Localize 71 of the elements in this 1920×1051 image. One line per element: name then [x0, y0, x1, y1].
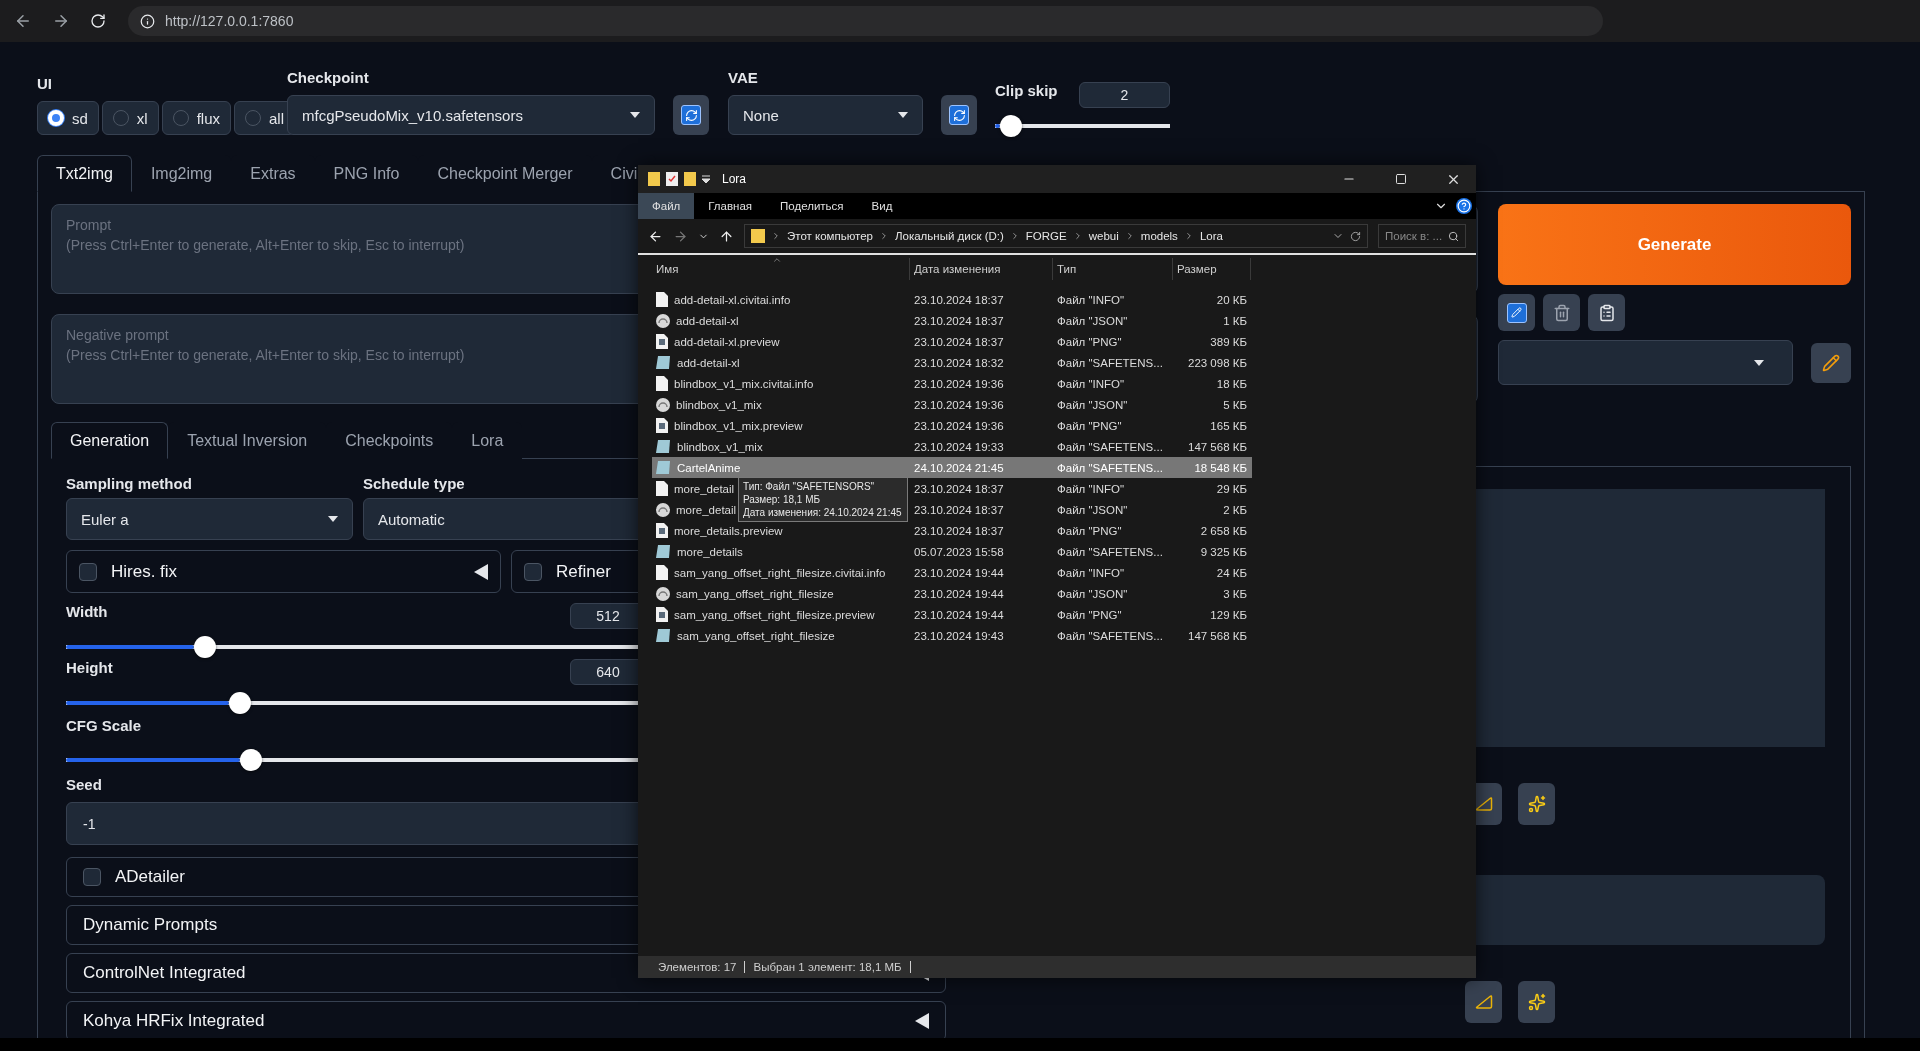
- table-cell-text: 18 548 КБ: [1193, 461, 1248, 474]
- accordion-label: Dynamic Prompts: [83, 915, 218, 935]
- table-cell-text: Файл "SAFETENS...: [1056, 629, 1164, 642]
- table-cell-text: 223 098 КБ: [1187, 356, 1248, 369]
- table-cell-text: 147 568 КБ: [1187, 440, 1248, 453]
- table-cell-text: Файл "INFO": [1056, 566, 1126, 579]
- table-cell-text: 23.10.2024 19:33: [913, 440, 1005, 453]
- field-label: Seed: [66, 776, 102, 793]
- table-cell-text: 23.10.2024 19:36: [913, 419, 1005, 432]
- field-label: Checkpoint: [287, 69, 369, 86]
- status-text: Элементов: 17: [650, 961, 746, 973]
- table-cell-text: 23.10.2024 18:37: [913, 503, 1005, 516]
- table-cell-text: 24 КБ: [1215, 566, 1248, 579]
- table-cell-text: 3 КБ: [1222, 587, 1248, 600]
- field-label: Schedule type: [363, 475, 465, 492]
- table-cell-text: 23.10.2024 19:44: [913, 566, 1005, 579]
- table-cell-text: Файл "PNG": [1056, 608, 1123, 621]
- table-cell-text: 389 КБ: [1209, 335, 1248, 348]
- table-cell-text: Файл "PNG": [1056, 524, 1123, 537]
- table-cell-text: 23.10.2024 18:32: [913, 356, 1005, 369]
- table-cell-text: Файл "INFO": [1056, 482, 1126, 495]
- table-cell-text: 23.10.2024 18:37: [913, 524, 1005, 537]
- table-cell-text: 18 КБ: [1215, 377, 1248, 390]
- table-cell-text: 20 КБ: [1215, 293, 1248, 306]
- table-cell-text: 2 КБ: [1222, 503, 1248, 516]
- status-text: Выбран 1 элемент: 18,1 МБ: [745, 961, 911, 973]
- table-cell-text: 23.10.2024 19:36: [913, 398, 1005, 411]
- table-cell-text: Файл "INFO": [1056, 293, 1126, 306]
- accordion-label: ADetailer: [115, 867, 185, 887]
- table-cell-text: 23.10.2024 18:37: [913, 293, 1005, 306]
- table-cell-text: 23.10.2024 19:44: [913, 587, 1005, 600]
- table-cell-text: Файл "JSON": [1056, 587, 1129, 600]
- field-label: Sampling method: [66, 475, 192, 492]
- table-cell-text: Файл "PNG": [1056, 335, 1123, 348]
- field-label: Clip skip: [995, 82, 1058, 99]
- tooltip: Тип: Файл "SAFETENSORS" Размер: 18,1 МБ Дата изменения: 24.10.2024 21:45: [738, 477, 908, 522]
- table-cell-text: 2 658 КБ: [1199, 524, 1248, 537]
- table-cell-text: Файл "JSON": [1056, 503, 1129, 516]
- field-label: UI: [37, 75, 52, 92]
- field-label: CFG Scale: [66, 717, 142, 734]
- table-cell-text: Файл "SAFETENS...: [1056, 440, 1164, 453]
- accordion-label: Kohya HRFix Integrated: [83, 1011, 265, 1031]
- table-cell-text: Файл "JSON": [1056, 314, 1129, 327]
- table-cell-text: 24.10.2024 21:45: [913, 461, 1005, 474]
- table-cell-text: Файл "SAFETENS...: [1056, 356, 1164, 369]
- table-cell-text: Файл "PNG": [1056, 419, 1123, 432]
- accordion-label: ControlNet Integrated: [83, 963, 246, 983]
- table-cell-text: 23.10.2024 18:37: [913, 335, 1005, 348]
- window-title: Lora: [722, 172, 747, 186]
- table-cell-text: 23.10.2024 19:43: [913, 629, 1005, 642]
- table-cell-text: 1 КБ: [1222, 314, 1248, 327]
- table-cell-text: Файл "JSON": [1056, 398, 1129, 411]
- table-cell-text: 23.10.2024 19:36: [913, 377, 1005, 390]
- table-cell-text: 129 КБ: [1209, 608, 1248, 621]
- accordion-label: Hires. fix: [111, 561, 178, 582]
- field-label: VAE: [728, 69, 758, 86]
- field-label: Width: [66, 603, 108, 620]
- table-cell-text: Файл "SAFETENS...: [1056, 461, 1164, 474]
- table-cell-text: 165 КБ: [1209, 419, 1248, 432]
- table-cell-text: Файл "SAFETENS...: [1056, 545, 1164, 558]
- table-cell-text: 23.10.2024 18:37: [913, 482, 1005, 495]
- table-cell-text: 147 568 КБ: [1187, 629, 1248, 642]
- field-label: Height: [66, 659, 113, 676]
- table-cell-text: 23.10.2024 18:37: [913, 314, 1005, 327]
- accordion-label: Refiner: [556, 561, 611, 582]
- table-cell-text: Файл "INFO": [1056, 377, 1126, 390]
- table-cell-text: 9 325 КБ: [1199, 545, 1248, 558]
- table-cell-text: 23.10.2024 19:44: [913, 608, 1005, 621]
- table-cell-text: 05.07.2023 15:58: [913, 545, 1005, 558]
- table-cell-text: 29 КБ: [1215, 482, 1248, 495]
- table-cell-text: 5 КБ: [1222, 398, 1248, 411]
